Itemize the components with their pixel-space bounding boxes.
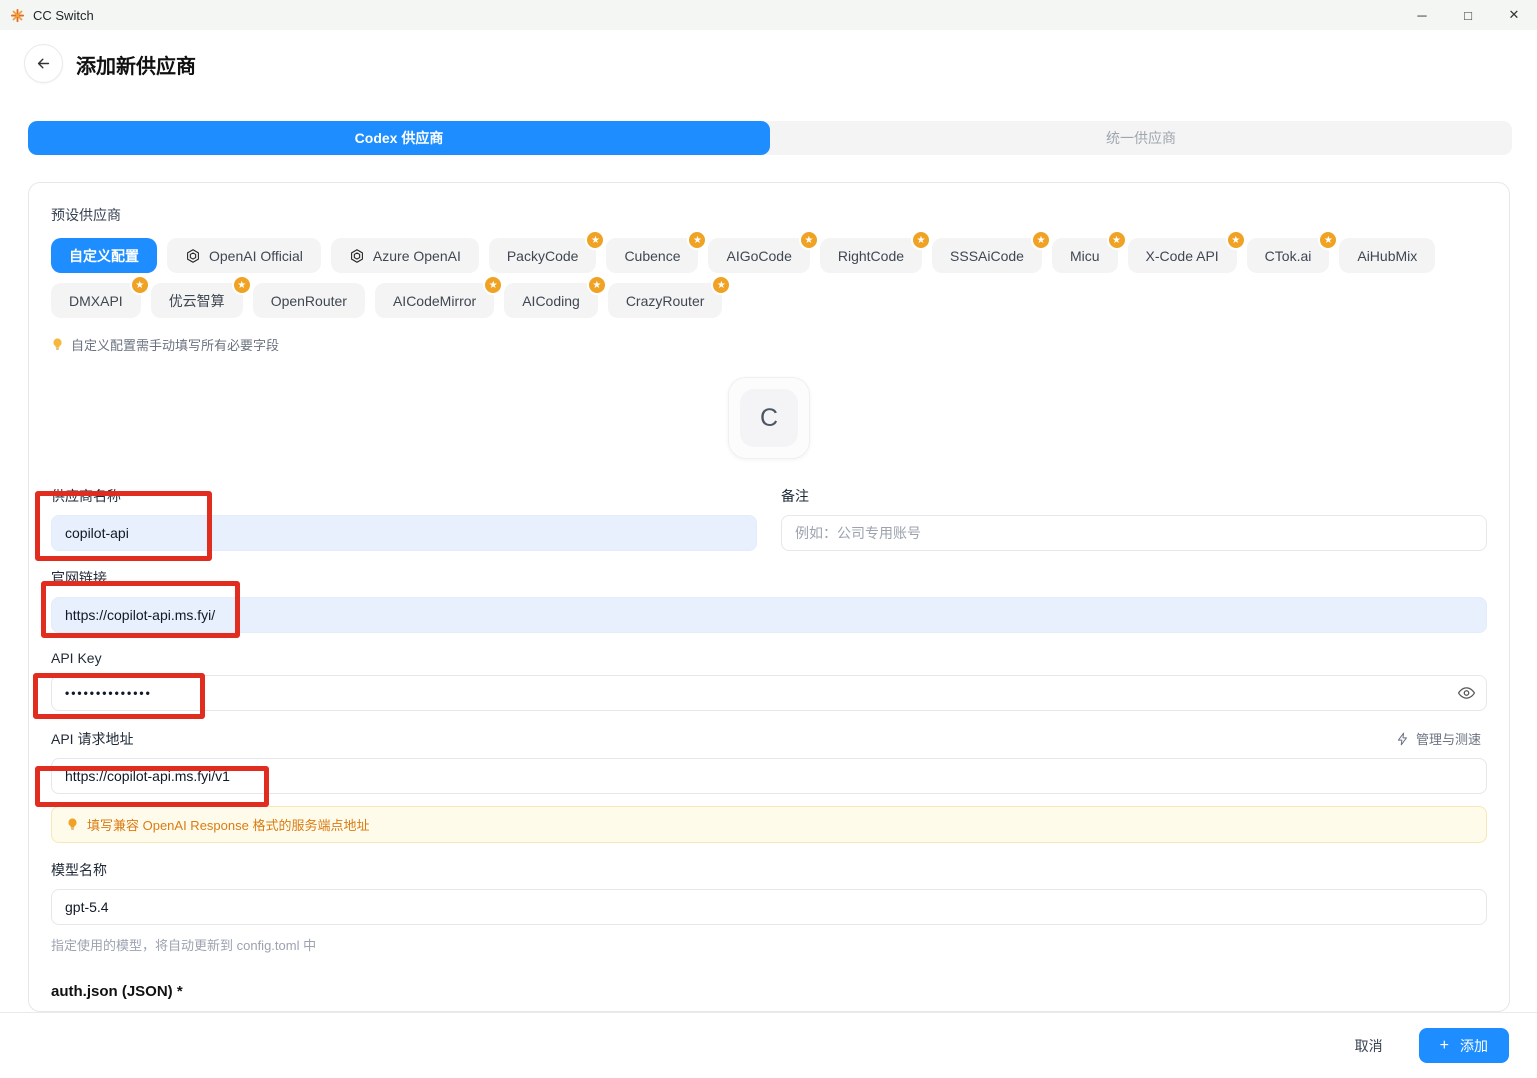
preset-chip-youyun-zhisuan[interactable]: 优云智算 ★ bbox=[151, 283, 243, 318]
preset-chip-ctok-ai[interactable]: CTok.ai ★ bbox=[1247, 238, 1330, 273]
preset-chip-xcode-api[interactable]: X-Code API ★ bbox=[1128, 238, 1237, 273]
preset-chip-dmxapi[interactable]: DMXAPI ★ bbox=[51, 283, 141, 318]
arrow-left-icon bbox=[35, 55, 52, 72]
provider-name-group: 供应商名称 bbox=[51, 469, 757, 551]
preset-chip-sssaicode[interactable]: SSSAiCode ★ bbox=[932, 238, 1042, 273]
star-badge-icon: ★ bbox=[483, 275, 503, 295]
app-icon bbox=[10, 8, 25, 23]
star-badge-icon: ★ bbox=[1031, 230, 1051, 250]
provider-form-card: 预设供应商 自定义配置 OpenAI Official Azure OpenAI… bbox=[28, 182, 1510, 1012]
star-badge-icon: ★ bbox=[130, 275, 150, 295]
website-label: 官网链接 bbox=[51, 568, 1487, 588]
title-bar: CC Switch ─ □ ✕ bbox=[0, 0, 1537, 30]
star-badge-icon: ★ bbox=[911, 230, 931, 250]
auth-json-label: auth.json (JSON) * bbox=[51, 983, 1487, 1000]
openai-icon bbox=[349, 248, 365, 264]
preset-chip-aihubmix[interactable]: AiHubMix bbox=[1339, 238, 1435, 273]
preset-chip-micu[interactable]: Micu ★ bbox=[1052, 238, 1118, 273]
star-badge-icon: ★ bbox=[1107, 230, 1127, 250]
model-name-label: 模型名称 bbox=[51, 860, 1487, 880]
cancel-button[interactable]: 取消 bbox=[1349, 1035, 1389, 1057]
plus-icon: + bbox=[1440, 1038, 1449, 1054]
app-title: CC Switch bbox=[33, 8, 94, 23]
openai-icon bbox=[185, 248, 201, 264]
preset-chip-aicoding[interactable]: AICoding ★ bbox=[504, 283, 598, 318]
star-badge-icon: ★ bbox=[1318, 230, 1338, 250]
lightbulb-icon bbox=[66, 817, 79, 832]
preset-chip-openrouter[interactable]: OpenRouter bbox=[253, 283, 365, 318]
note-group: 备注 bbox=[781, 469, 1487, 551]
preset-chip-packycode[interactable]: PackyCode ★ bbox=[489, 238, 597, 273]
api-url-hint-box: 填写兼容 OpenAI Response 格式的服务端点地址 bbox=[51, 806, 1487, 843]
star-badge-icon: ★ bbox=[232, 275, 252, 295]
footer-bar: 取消 + 添加 bbox=[0, 1012, 1537, 1078]
star-badge-icon: ★ bbox=[585, 230, 605, 250]
note-label: 备注 bbox=[781, 486, 1487, 506]
preset-chip-list: 自定义配置 OpenAI Official Azure OpenAI Packy… bbox=[51, 238, 1487, 318]
preset-chip-rightcode[interactable]: RightCode ★ bbox=[820, 238, 922, 273]
api-url-label: API 请求地址 bbox=[51, 729, 133, 749]
manage-speedtest-link[interactable]: 管理与测速 bbox=[1390, 728, 1487, 749]
preset-chip-cubence[interactable]: Cubence ★ bbox=[606, 238, 698, 273]
name-note-row: 供应商名称 备注 bbox=[51, 469, 1487, 551]
provider-logo: C bbox=[728, 377, 810, 459]
star-badge-icon: ★ bbox=[1226, 230, 1246, 250]
preset-chip-openai-official[interactable]: OpenAI Official bbox=[167, 238, 321, 273]
tab-unified-provider[interactable]: 统一供应商 bbox=[770, 121, 1512, 155]
provider-logo-letter: C bbox=[740, 389, 798, 447]
api-url-label-row: API 请求地址 管理与测速 bbox=[51, 728, 1487, 749]
preset-chip-crazyrouter[interactable]: CrazyRouter ★ bbox=[608, 283, 723, 318]
api-key-label: API Key bbox=[51, 650, 1487, 666]
model-helper-text: 指定使用的模型，将自动更新到 config.toml 中 bbox=[51, 935, 1487, 954]
page-title: 添加新供应商 bbox=[76, 50, 196, 79]
lightning-icon bbox=[1396, 732, 1410, 746]
api-key-field bbox=[51, 675, 1487, 711]
custom-config-hint: 自定义配置需手动填写所有必要字段 bbox=[51, 335, 1487, 354]
preset-chip-azure-openai[interactable]: Azure OpenAI bbox=[331, 238, 479, 273]
star-badge-icon: ★ bbox=[799, 230, 819, 250]
model-name-input[interactable] bbox=[51, 889, 1487, 925]
toggle-key-visibility-button[interactable] bbox=[1457, 684, 1476, 703]
back-button[interactable] bbox=[24, 44, 63, 83]
preset-chip-aicodemirror[interactable]: AICodeMirror ★ bbox=[375, 283, 494, 318]
website-input[interactable] bbox=[51, 597, 1487, 633]
tab-codex-provider[interactable]: Codex 供应商 bbox=[28, 121, 770, 155]
add-button[interactable]: + 添加 bbox=[1419, 1028, 1509, 1063]
lightbulb-icon bbox=[51, 337, 64, 352]
preset-chip-custom-config[interactable]: 自定义配置 bbox=[51, 238, 157, 273]
provider-type-tabs: Codex 供应商 统一供应商 bbox=[28, 121, 1512, 155]
minimize-button[interactable]: ─ bbox=[1399, 0, 1445, 30]
eye-icon bbox=[1457, 684, 1476, 703]
api-url-input[interactable] bbox=[51, 758, 1487, 794]
star-badge-icon: ★ bbox=[587, 275, 607, 295]
star-badge-icon: ★ bbox=[687, 230, 707, 250]
maximize-button[interactable]: □ bbox=[1445, 0, 1491, 30]
api-key-input[interactable] bbox=[51, 675, 1487, 711]
presets-label: 预设供应商 bbox=[51, 205, 1487, 225]
close-button[interactable]: ✕ bbox=[1491, 0, 1537, 30]
note-input[interactable] bbox=[781, 515, 1487, 551]
provider-name-input[interactable] bbox=[51, 515, 757, 551]
star-badge-icon: ★ bbox=[711, 275, 731, 295]
window-controls: ─ □ ✕ bbox=[1399, 0, 1537, 30]
provider-name-label: 供应商名称 bbox=[51, 486, 757, 506]
preset-chip-aigocode[interactable]: AIGoCode ★ bbox=[708, 238, 809, 273]
